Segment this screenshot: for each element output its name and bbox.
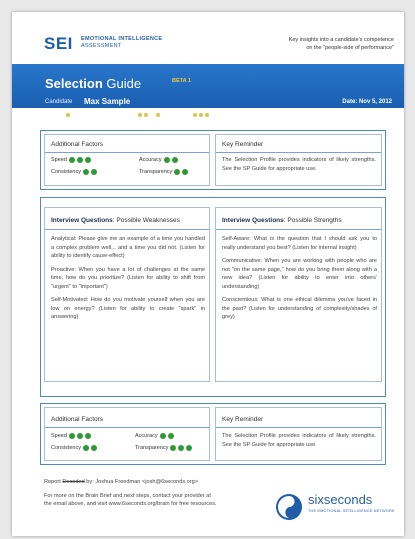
- logo-subtitle-1: EMOTIONAL INTELLIGENCE: [81, 36, 163, 42]
- report-header: SEI EMOTIONAL INTELLIGENCE ASSESSMENT Ke…: [12, 12, 404, 60]
- candidate-name: Max Sample: [84, 97, 131, 106]
- beta-badge: BETA 1: [172, 78, 191, 84]
- factor-transparency: Transparency: [139, 169, 189, 175]
- title-rest: Guide: [102, 76, 142, 91]
- additional-factors-bottom: Additional Factors Speed Accuracy Consis…: [44, 407, 210, 461]
- reminder-text: The Selection Profile provides indicator…: [222, 157, 376, 172]
- section-title: Key Reminder: [222, 416, 264, 423]
- question-item: Proactive: When you have a lot of challe…: [51, 266, 205, 290]
- tagline: Key insights into a candidate's competen…: [254, 36, 394, 52]
- factor-speed: Speed: [51, 433, 91, 439]
- six-seconds-tagline: THE EMOTIONAL INTELLIGENCE NETWORK: [308, 509, 395, 513]
- tagline-line-1: Key insights into a candidate's competen…: [288, 37, 394, 43]
- indicator-dots: [193, 112, 209, 118]
- six-seconds-logo: sixseconds THE EMOTIONAL INTELLIGENCE NE…: [274, 492, 394, 522]
- key-reminder-top: Key Reminder The Selection Profile provi…: [215, 134, 382, 186]
- struck-word: Decoded: [62, 479, 85, 485]
- strengths-list: Self-Aware: What is the question that I …: [222, 235, 377, 327]
- report-date: Date: Nov 5, 2012: [342, 99, 392, 105]
- question-item: Communicative: When you are working with…: [222, 258, 377, 290]
- factor-consistency: Consistency: [51, 169, 97, 175]
- page-title: Selection Guide: [45, 76, 141, 91]
- section-title: Additional Factors: [51, 141, 104, 148]
- weaknesses-panel: Interview Questions: Possible Weaknesses…: [44, 207, 210, 382]
- factor-transparency: Transparency: [135, 445, 193, 451]
- question-item: Conscientious: What is one ethical dilem…: [222, 297, 377, 320]
- strengths-panel: Interview Questions: Possible Strengths …: [215, 207, 382, 382]
- section-title: Key Reminder: [222, 141, 264, 148]
- reminder-text: The Selection Profile provides indicator…: [222, 433, 376, 448]
- sei-logo: SEI: [44, 34, 73, 53]
- factor-consistency: Consistency: [51, 445, 97, 451]
- tagline-line-2: on the "people-side of performance": [306, 45, 394, 51]
- indicator-dots: [138, 112, 160, 118]
- question-item: Self-Aware: What is the question that I …: [222, 236, 377, 251]
- six-seconds-wordmark: sixseconds: [308, 492, 373, 507]
- section-title: Interview Questions: Possible Weaknesses: [51, 217, 180, 224]
- key-reminder-bottom: Key Reminder The Selection Profile provi…: [215, 407, 382, 461]
- factor-speed: Speed: [51, 157, 91, 163]
- question-item: Analytical: Please give me an example of…: [51, 236, 205, 259]
- title-bold: Selection: [45, 76, 103, 91]
- section-title: Interview Questions: Possible Strengths: [222, 217, 342, 224]
- question-item: Self-Motivated: How do you motivate your…: [51, 297, 205, 320]
- weaknesses-list: Analytical: Please give me an example of…: [51, 235, 205, 327]
- factor-accuracy: Accuracy: [135, 433, 174, 439]
- six-seconds-mark-icon: [276, 494, 302, 520]
- report-page: SEI EMOTIONAL INTELLIGENCE ASSESSMENT Ke…: [12, 12, 404, 536]
- additional-factors-top: Additional Factors Speed Accuracy Consis…: [44, 134, 210, 186]
- candidate-label: Candidate: [45, 99, 73, 105]
- section-title: Additional Factors: [51, 416, 104, 423]
- footer-line-3: the email above, and visit www.6seconds.…: [44, 501, 217, 507]
- factor-accuracy: Accuracy: [139, 157, 178, 163]
- logo-subtitle-2: ASSESSMENT: [81, 43, 122, 49]
- indicator-dots: [66, 112, 70, 118]
- report-credit: Report Decoded by: Joshua Freedman <josh…: [44, 479, 199, 485]
